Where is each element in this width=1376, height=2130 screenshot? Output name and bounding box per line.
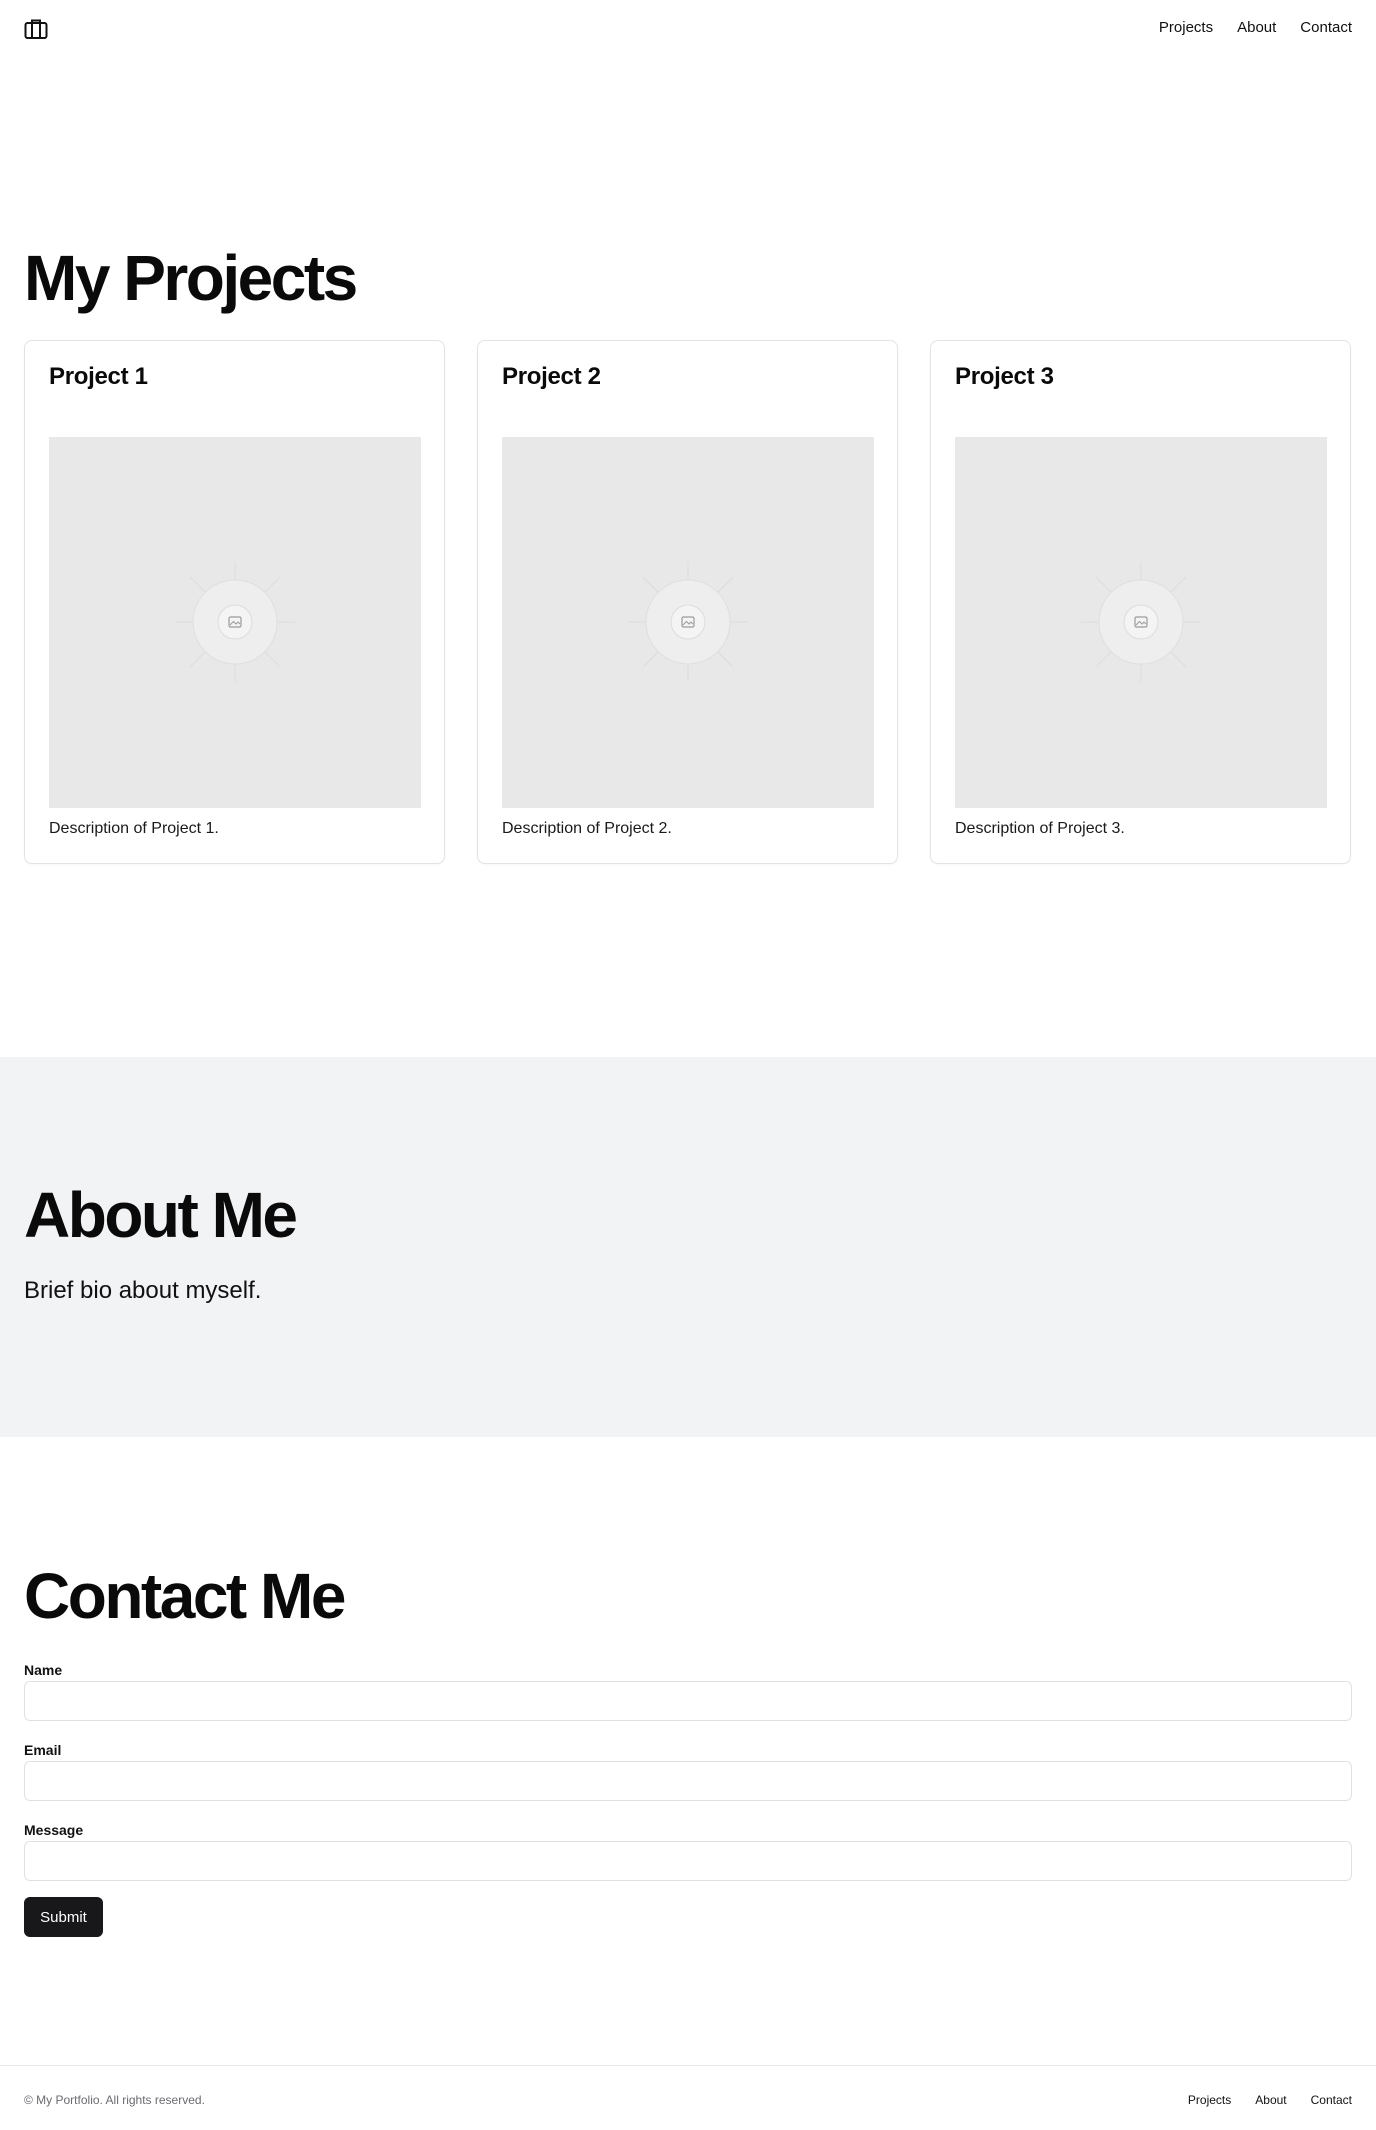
site-header: Projects About Contact xyxy=(0,0,1376,56)
main-nav: Projects About Contact xyxy=(1159,18,1352,38)
submit-button[interactable]: Submit xyxy=(24,1897,103,1937)
nav-link-projects[interactable]: Projects xyxy=(1159,18,1213,38)
message-label: Message xyxy=(24,1822,84,1838)
image-placeholder-icon xyxy=(1081,562,1201,682)
projects-heading: My Projects xyxy=(24,242,358,314)
site-footer: © My Portfolio. All rights reserved. Pro… xyxy=(0,2065,1376,2130)
image-placeholder-icon xyxy=(175,562,295,682)
image-placeholder-icon xyxy=(628,562,748,682)
footer-nav: Projects About Contact xyxy=(1188,2092,1352,2108)
project-card[interactable]: Project 3 Description of Project 3. xyxy=(930,340,1351,864)
project-image xyxy=(49,437,421,808)
project-card[interactable]: Project 2 Description of Project 2. xyxy=(477,340,898,864)
project-card-title: Project 3 xyxy=(955,363,1054,390)
project-card-description: Description of Project 2. xyxy=(502,820,672,837)
footer-link-projects[interactable]: Projects xyxy=(1188,2092,1231,2108)
project-card-description: Description of Project 3. xyxy=(955,820,1125,837)
footer-link-contact[interactable]: Contact xyxy=(1311,2092,1352,2108)
about-section: About Me Brief bio about myself. xyxy=(0,1057,1376,1437)
briefcase-icon[interactable] xyxy=(24,18,48,40)
project-card-title: Project 1 xyxy=(49,363,148,390)
contact-heading: Contact Me xyxy=(24,1560,346,1632)
project-card[interactable]: Project 1 Description of Project 1. xyxy=(24,340,445,864)
name-field[interactable] xyxy=(24,1681,1352,1721)
name-label: Name xyxy=(24,1662,63,1678)
project-image xyxy=(502,437,874,808)
nav-link-about[interactable]: About xyxy=(1237,18,1276,38)
about-heading: About Me xyxy=(24,1179,298,1251)
project-card-description: Description of Project 1. xyxy=(49,820,219,837)
project-card-title: Project 2 xyxy=(502,363,601,390)
about-bio: Brief bio about myself. xyxy=(24,1277,262,1304)
project-image xyxy=(955,437,1327,808)
message-field[interactable] xyxy=(24,1841,1352,1881)
copyright-text: © My Portfolio. All rights reserved. xyxy=(24,2093,205,2107)
nav-link-contact[interactable]: Contact xyxy=(1300,18,1352,38)
email-field[interactable] xyxy=(24,1761,1352,1801)
project-cards: Project 1 Description of Project 1. Proj… xyxy=(24,340,1352,864)
footer-link-about[interactable]: About xyxy=(1255,2092,1286,2108)
email-label: Email xyxy=(24,1742,62,1758)
